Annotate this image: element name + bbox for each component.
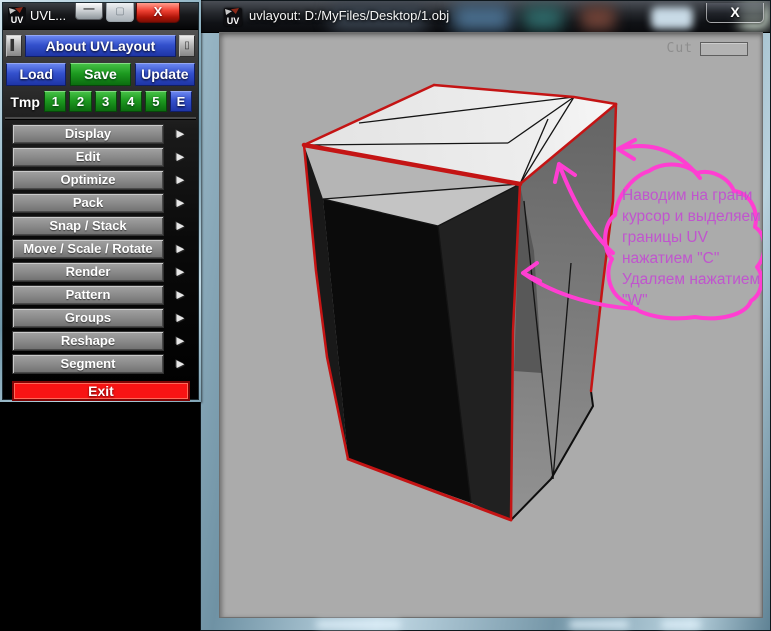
- menu-edit-button[interactable]: Edit: [12, 147, 164, 167]
- update-button[interactable]: Update: [135, 63, 195, 86]
- menu-optimize-button[interactable]: Optimize: [12, 170, 164, 190]
- page: { "left_panel": { "title": "UVL...", "wi…: [0, 0, 771, 631]
- border-glow: [316, 621, 401, 628]
- annotation-line: нажатием "C": [622, 250, 719, 267]
- cut-label: Cut: [667, 41, 693, 56]
- file-actions-row: Load Save Update: [6, 63, 195, 86]
- chevron-right-icon[interactable]: ►: [174, 332, 187, 350]
- mesh-scene-svg: Наводим на грани курсор и выделяем грани…: [220, 33, 762, 617]
- tmp-label: Tmp: [6, 94, 44, 110]
- menu-segment-button[interactable]: Segment: [12, 354, 164, 374]
- icon-flag-shape: [15, 7, 23, 13]
- border-glow: [569, 621, 629, 628]
- menu-display-button[interactable]: Display: [12, 124, 164, 144]
- main-close-button[interactable]: X: [706, 3, 764, 23]
- icon-sail-shape: [225, 9, 232, 15]
- chevron-right-icon[interactable]: ►: [174, 171, 187, 189]
- tmp-slot-4-button[interactable]: 4: [120, 91, 142, 112]
- load-button[interactable]: Load: [6, 63, 66, 86]
- cut-indicator: Cut: [667, 41, 748, 56]
- cut-progress-box: [700, 42, 748, 56]
- chevron-right-icon[interactable]: ►: [174, 286, 187, 304]
- chevron-right-icon[interactable]: ►: [174, 355, 187, 373]
- about-row: ▌ About UVLayout ▯: [6, 35, 195, 57]
- chevron-right-icon[interactable]: ►: [174, 217, 187, 235]
- chevron-right-icon[interactable]: ►: [174, 263, 187, 281]
- border-glow: [661, 621, 701, 628]
- menu-reshape-button[interactable]: Reshape: [12, 331, 164, 351]
- separator: [5, 117, 196, 120]
- chevron-right-icon[interactable]: ►: [174, 194, 187, 212]
- menu-move-scale-rotate-button[interactable]: Move / Scale / Rotate: [12, 239, 164, 259]
- tool-menu: Display ► Edit ► Optimize ► Pack ► Snap / St…: [6, 124, 195, 374]
- maximize-button[interactable]: ▢: [106, 3, 134, 22]
- exit-button[interactable]: Exit: [12, 381, 190, 401]
- glass-blur-decoration: [453, 5, 511, 31]
- panel-title: UVL...: [30, 3, 66, 29]
- tmp-slots-row: Tmp 1 2 3 4 5 E: [6, 91, 195, 112]
- menu-pack-button[interactable]: Pack: [12, 193, 164, 213]
- mesh-3d-object: [304, 85, 616, 520]
- glass-blur-decoration: [651, 7, 693, 29]
- main-window-title: uvlayout: D:/MyFiles/Desktop/1.obj: [249, 1, 449, 31]
- tmp-slot-5-button[interactable]: 5: [145, 91, 167, 112]
- tmp-slot-2-button[interactable]: 2: [69, 91, 91, 112]
- main-titlebar[interactable]: UV uvlayout: D:/MyFiles/Desktop/1.obj X: [201, 1, 770, 33]
- panel-collapse-button[interactable]: ▌: [6, 35, 22, 57]
- tmp-slot-1-button[interactable]: 1: [44, 91, 66, 112]
- chevron-right-icon[interactable]: ►: [174, 125, 187, 143]
- tmp-edit-button[interactable]: E: [170, 91, 192, 112]
- panel-detach-button[interactable]: ▯: [179, 35, 195, 57]
- chevron-right-icon[interactable]: ►: [174, 309, 187, 327]
- chevron-right-icon[interactable]: ►: [174, 240, 187, 258]
- annotation-line: курсор и выделяем: [622, 208, 761, 225]
- glass-blur-decoration: [523, 6, 563, 30]
- annotation-line: "W": [622, 292, 648, 309]
- tmp-slot-3-button[interactable]: 3: [95, 91, 117, 112]
- icon-flag-shape: [231, 8, 239, 14]
- uvlayout-viewport-window: UV uvlayout: D:/MyFiles/Desktop/1.obj X: [200, 0, 771, 631]
- annotation-line: границы UV: [622, 229, 709, 246]
- glass-blur-decoration: [581, 6, 615, 30]
- uvlayout-app-icon: UV: [8, 7, 26, 25]
- annotation-arrow-top: [618, 140, 700, 178]
- chevron-right-icon[interactable]: ►: [174, 148, 187, 166]
- about-uvlayout-button[interactable]: About UVLayout: [25, 35, 176, 57]
- menu-pattern-button[interactable]: Pattern: [12, 285, 164, 305]
- panel-titlebar[interactable]: UV UVL... — ▢ X: [3, 3, 198, 30]
- uvlayout-app-icon: UV: [224, 8, 242, 26]
- menu-snap-stack-button[interactable]: Snap / Stack: [12, 216, 164, 236]
- icon-sail-shape: [9, 8, 16, 14]
- viewport-3d-canvas[interactable]: Наводим на грани курсор и выделяем грани…: [219, 32, 763, 618]
- save-button[interactable]: Save: [70, 63, 130, 86]
- uvlayout-tool-panel: UV UVL... — ▢ X ▌ About UVLayout ▯ Load …: [0, 0, 201, 402]
- annotation-line: Наводим на грани: [622, 187, 752, 204]
- menu-render-button[interactable]: Render: [12, 262, 164, 282]
- close-button[interactable]: X: [136, 3, 180, 23]
- minimize-button[interactable]: —: [75, 3, 103, 20]
- annotation-text-block: Наводим на грани курсор и выделяем грани…: [622, 187, 761, 309]
- menu-groups-button[interactable]: Groups: [12, 308, 164, 328]
- annotation-line: Удаляем нажатием: [622, 271, 760, 288]
